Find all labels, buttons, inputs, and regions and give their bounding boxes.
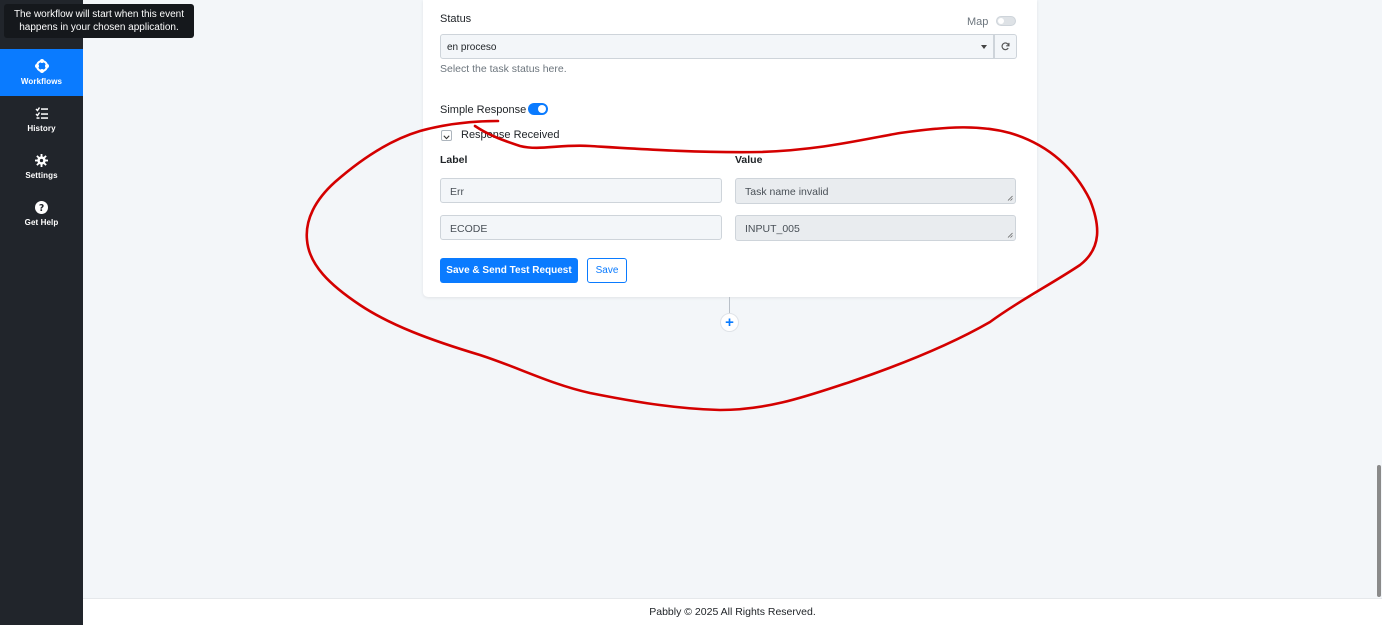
sidebar-item-settings[interactable]: Settings — [0, 143, 83, 190]
status-select[interactable]: en proceso — [440, 34, 994, 59]
response-label-input[interactable]: Err — [440, 178, 722, 203]
tooltip-line-2: happens in your chosen application. — [19, 22, 179, 33]
map-toggle[interactable] — [996, 16, 1016, 26]
chevron-down-icon — [981, 45, 987, 49]
tooltip-line-1: The workflow will start when this event — [13, 9, 185, 20]
svg-text:?: ? — [39, 202, 44, 213]
response-value-textarea[interactable]: Task name invalid — [735, 178, 1016, 204]
history-icon — [35, 106, 49, 120]
map-label: Map — [967, 16, 989, 28]
sidebar-item-get-help[interactable]: ? Get Help — [0, 190, 83, 237]
save-send-test-request-button[interactable]: Save & Send Test Request — [440, 258, 578, 283]
refresh-button[interactable] — [994, 34, 1017, 59]
sidebar: Workflows History Settings ? Get Help — [0, 0, 83, 625]
sidebar-item-history[interactable]: History — [0, 96, 83, 143]
sidebar-item-label: Workflows — [20, 77, 63, 86]
status-helper-text: Select the task status here. — [440, 63, 567, 75]
status-select-value: en proceso — [447, 42, 497, 53]
response-label-input[interactable]: ECODE — [440, 215, 722, 240]
value-column-header: Value — [735, 154, 763, 166]
simple-response-toggle[interactable] — [528, 103, 548, 115]
sidebar-item-label: Get Help — [24, 218, 59, 227]
resize-grip-icon[interactable] — [1007, 195, 1013, 201]
response-received-collapse[interactable] — [441, 130, 452, 141]
response-value-textarea[interactable]: INPUT_005 — [735, 215, 1016, 241]
footer: Pabbly © 2025 All Rights Reserved. — [83, 598, 1382, 625]
gear-icon — [35, 153, 49, 167]
response-value-text: Task name invalid — [745, 186, 829, 198]
help-icon: ? — [35, 200, 49, 214]
refresh-icon — [1001, 38, 1010, 56]
simple-response-label: Simple Response — [440, 104, 527, 116]
response-received-label: Response Received — [461, 129, 560, 141]
sidebar-item-label: History — [27, 124, 56, 133]
sidebar-item-workflows[interactable]: Workflows — [0, 49, 83, 96]
label-column-header: Label — [440, 154, 468, 166]
resize-grip-icon[interactable] — [1007, 232, 1013, 238]
footer-text: Pabbly © 2025 All Rights Reserved. — [649, 606, 816, 618]
tooltip: The workflow will start when this event … — [4, 4, 194, 38]
sidebar-item-label: Settings — [25, 171, 58, 180]
chevron-down-icon — [443, 127, 450, 145]
step-connector — [729, 297, 730, 313]
save-button[interactable]: Save — [587, 258, 627, 283]
response-value-text: INPUT_005 — [745, 223, 800, 235]
status-label: Status — [440, 13, 472, 25]
action-config-card: Status Map en proceso Select the task st… — [423, 0, 1037, 297]
add-step-button[interactable]: + — [720, 313, 739, 332]
scrollbar-thumb[interactable] — [1377, 465, 1381, 597]
workflows-icon — [34, 59, 49, 73]
